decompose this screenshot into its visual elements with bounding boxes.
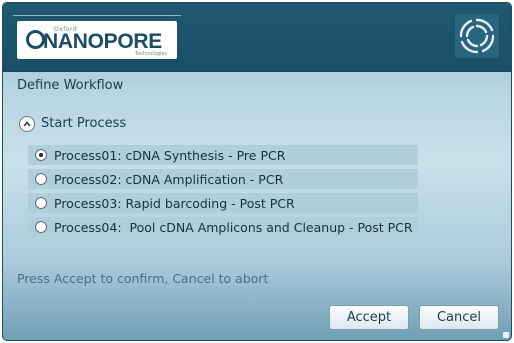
process-option-label: Process04: Pool cDNA Amplicons and Clean…: [54, 219, 413, 235]
cancel-button[interactable]: Cancel: [419, 305, 499, 330]
radio-icon[interactable]: [35, 197, 47, 209]
accept-button[interactable]: Accept: [329, 305, 409, 330]
radio-icon[interactable]: [35, 149, 47, 161]
process-option-1[interactable]: Process01: cDNA Synthesis - Pre PCR: [28, 145, 418, 165]
process-option-label: Process01: cDNA Synthesis - Pre PCR: [54, 147, 286, 163]
collapse-chevron-icon[interactable]: [19, 116, 35, 132]
header-divider: [13, 15, 181, 16]
hint-text: Press Accept to confirm, Cancel to abort: [17, 271, 269, 286]
process-option-3[interactable]: Process03: Rapid barcoding - Post PCR: [28, 193, 418, 213]
radio-icon[interactable]: [35, 221, 47, 233]
radio-icon[interactable]: [35, 173, 47, 185]
define-workflow-dialog: Oxford NANOPORE Technologies Define Work…: [2, 2, 512, 341]
dialog-header: Oxford NANOPORE Technologies: [3, 3, 511, 72]
swirl-logo-icon: [455, 14, 499, 58]
process-option-label: Process03: Rapid barcoding - Post PCR: [54, 195, 295, 211]
process-option-2[interactable]: Process02: cDNA Amplification - PCR: [28, 169, 418, 189]
nanopore-logo: Oxford NANOPORE Technologies: [17, 21, 177, 59]
process-option-label: Process02: cDNA Amplification - PCR: [54, 171, 284, 187]
process-option-4[interactable]: Process04: Pool cDNA Amplicons and Clean…: [28, 217, 418, 237]
logo-sub-text: Technologies: [135, 51, 168, 57]
resize-grip[interactable]: [503, 332, 509, 338]
dialog-title: Define Workflow: [17, 78, 124, 93]
start-process-group-label[interactable]: Start Process: [41, 116, 126, 131]
